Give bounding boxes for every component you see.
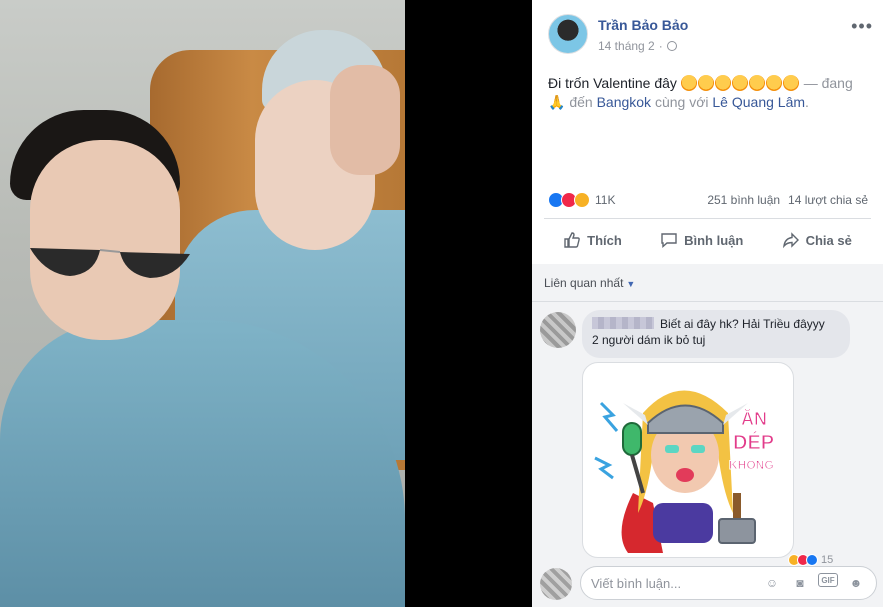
write-comment-box[interactable]: ☺ ◙ GIF ☻ <box>580 566 877 600</box>
comment-icon <box>661 233 677 249</box>
sticker-icon[interactable]: ☻ <box>846 573 866 593</box>
caret-down-icon: ▼ <box>626 279 636 289</box>
emoji-icon[interactable]: ☺ <box>762 573 782 593</box>
thumbs-up-icon <box>564 232 580 248</box>
share-count[interactable]: 14 lượt chia sẻ <box>788 193 868 207</box>
comment-reactions[interactable]: 15 <box>788 554 833 566</box>
author-avatar[interactable] <box>548 14 588 54</box>
more-options-icon[interactable]: ••• <box>851 16 873 37</box>
commenter-avatar[interactable] <box>540 312 576 348</box>
sunglasses <box>30 248 190 278</box>
pray-emoji-icon: 🙏 <box>548 94 566 110</box>
commenter-name-blurred[interactable] <box>592 317 654 329</box>
post-text-prefix: đến <box>569 94 597 110</box>
comments-section: Liên quan nhất ▼ Biết ai đây hk? Hải Triề… <box>532 264 883 607</box>
tagged-person-link[interactable]: Lê Quang Lâm <box>712 94 805 110</box>
divider <box>532 301 883 302</box>
comment-sort-dropdown[interactable]: Liên quan nhất ▼ <box>544 276 635 290</box>
share-icon <box>782 232 799 249</box>
gif-icon[interactable]: GIF <box>818 573 838 587</box>
post-date: 14 tháng 2 · <box>598 39 677 53</box>
write-comment-input[interactable] <box>591 575 761 591</box>
post-text-with: cùng với <box>651 94 713 110</box>
smiling-hearts-emoji-icon <box>680 75 697 91</box>
author-name[interactable]: Trần Bảo Bảo <box>598 17 688 33</box>
post-date-text[interactable]: 14 tháng 2 <box>598 39 655 53</box>
comment-line-1: Biết ai đây hk? Hải Triều đâyyy <box>660 317 825 331</box>
thor-sticker-image: ĂN DÉP KHÔNG <box>594 390 775 553</box>
reactions-bar: 11K 251 bình luận 14 lượt chia sẻ <box>548 190 868 210</box>
post-text-main: Đi trốn Valentine đây <box>548 75 677 91</box>
share-button[interactable]: Chia sẻ <box>782 231 852 249</box>
photo-hand <box>330 65 400 175</box>
emoji-row <box>680 75 804 91</box>
current-user-avatar <box>540 568 572 600</box>
comment-button-label: Bình luận <box>684 232 744 248</box>
comment-button[interactable]: Bình luận <box>660 231 743 249</box>
smiling-hearts-emoji-icon <box>714 75 731 91</box>
post-text-dash: — đang <box>803 75 853 91</box>
post-header: Trần Bảo Bảo 14 tháng 2 · ••• <box>532 0 883 62</box>
globe-icon <box>666 41 677 51</box>
comment-bubble: Biết ai đây hk? Hải Triều đâyyy 2 người … <box>582 310 850 358</box>
comment-sticker[interactable]: ĂN DÉP KHÔNG <box>582 362 794 558</box>
place-link[interactable]: Bangkok <box>597 94 651 110</box>
smiling-hearts-emoji-icon <box>731 75 748 91</box>
like-button[interactable]: Thích <box>563 231 622 249</box>
comment-line-2: 2 người dám ik bỏ tuj <box>592 333 706 347</box>
smiling-hearts-emoji-icon <box>765 75 782 91</box>
sticker-text-1: ĂN <box>741 408 767 429</box>
comment-sort-label: Liên quan nhất <box>544 276 624 290</box>
comment-count[interactable]: 251 bình luận <box>707 193 780 207</box>
divider <box>544 218 871 219</box>
comment-reaction-count: 15 <box>821 554 834 566</box>
action-bar: Thích Bình luận Chia sẻ <box>544 222 871 258</box>
camera-icon[interactable]: ◙ <box>790 573 810 593</box>
haha-reaction-icon[interactable] <box>574 192 590 208</box>
like-reaction-icon <box>806 554 818 566</box>
smiling-hearts-emoji-icon <box>782 75 799 91</box>
share-button-label: Chia sẻ <box>805 232 852 248</box>
post-text-end: . <box>805 94 809 110</box>
sticker-text-3: KHÔNG <box>729 457 774 472</box>
comment-tools: ☺ ◙ GIF ☻ <box>762 573 866 593</box>
reaction-count[interactable]: 11K <box>595 193 615 207</box>
post-text: Đi trốn Valentine đây — đang 🙏 đến Bangk… <box>548 74 868 112</box>
post-photo[interactable] <box>0 0 405 607</box>
sticker-text-2: DÉP <box>733 431 774 454</box>
like-button-label: Thích <box>587 232 622 248</box>
smiling-hearts-emoji-icon <box>697 75 714 91</box>
post-panel: Trần Bảo Bảo 14 tháng 2 · ••• Đi trốn Va… <box>532 0 883 607</box>
smiling-hearts-emoji-icon <box>748 75 765 91</box>
